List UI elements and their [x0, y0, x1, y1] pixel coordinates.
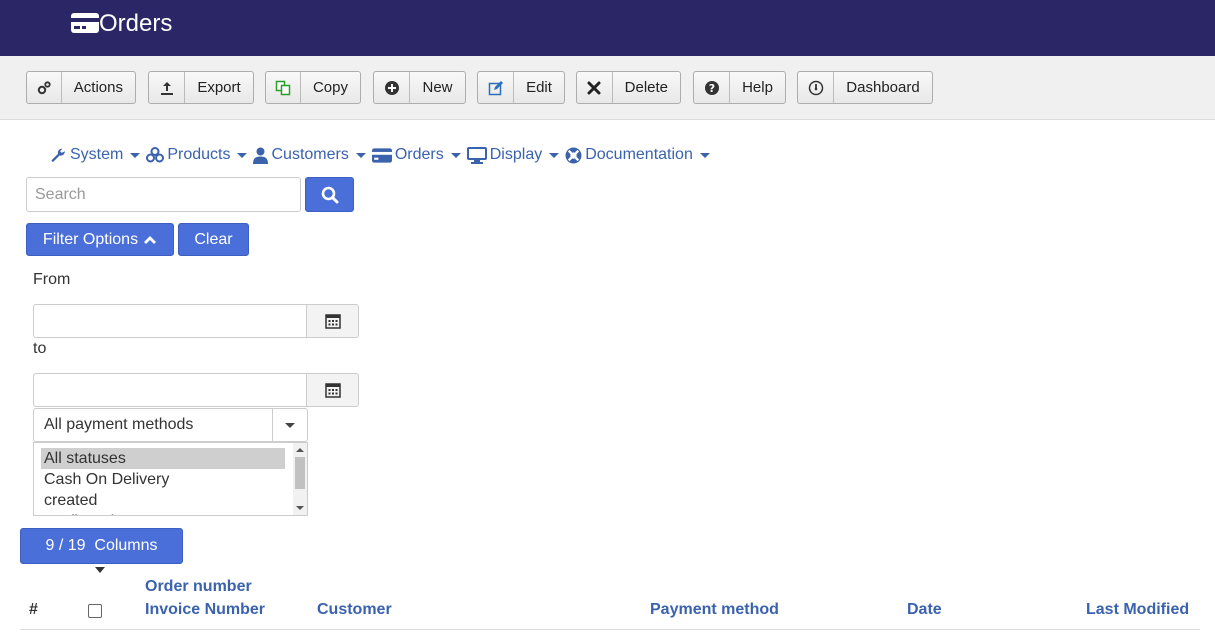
caret-down-icon: [95, 567, 105, 573]
upload-icon: [149, 72, 185, 103]
toolbar: Actions Export Copy New Edit Delete ? He…: [0, 56, 1215, 120]
chevron-down-icon: [272, 409, 307, 441]
to-date-input[interactable]: [33, 373, 307, 407]
from-label: From: [33, 271, 71, 288]
delete-button[interactable]: Delete: [576, 71, 681, 104]
plus-circle-icon: [374, 72, 410, 103]
column-header-order-number[interactable]: Order number: [145, 578, 252, 596]
edit-icon: [478, 72, 514, 103]
export-button[interactable]: Export: [148, 71, 254, 104]
to-label: to: [33, 340, 47, 357]
column-header-last-modified[interactable]: Last Modified: [1086, 601, 1189, 619]
help-label: Help: [742, 79, 773, 96]
calendar-icon: [324, 383, 341, 398]
status-option[interactable]: confirmed: [41, 511, 285, 515]
nav-item-customers-label: Customers: [271, 146, 349, 163]
copy-button[interactable]: Copy: [265, 71, 361, 104]
nav-item-system-label: System: [70, 146, 124, 163]
credit-card-icon: [371, 147, 392, 163]
nav-item-documentation[interactable]: Documentation: [565, 146, 710, 164]
cubes-icon: [146, 147, 165, 163]
select-all-checkbox[interactable]: [88, 604, 102, 618]
listbox-scrollbar[interactable]: [293, 443, 307, 515]
from-calendar-button[interactable]: [306, 304, 359, 338]
to-calendar-button[interactable]: [306, 373, 359, 407]
search-icon: [321, 186, 338, 203]
column-header-payment-method[interactable]: Payment method: [650, 601, 779, 619]
from-date-input[interactable]: [33, 304, 307, 338]
clear-button[interactable]: Clear: [178, 223, 249, 256]
new-label: New: [422, 79, 453, 96]
status-option[interactable]: created: [41, 490, 285, 511]
status-option[interactable]: All statuses: [41, 448, 285, 469]
question-circle-icon: ?: [694, 72, 730, 103]
column-header-customer[interactable]: Customer: [317, 601, 392, 619]
svg-text:?: ?: [708, 82, 714, 95]
scrollbar-thumb[interactable]: [295, 457, 305, 489]
title-bar: Orders: [0, 0, 1215, 56]
credit-card-icon: [71, 13, 99, 33]
dashboard-label: Dashboard: [846, 79, 920, 96]
nav-item-documentation-label: Documentation: [585, 146, 693, 163]
monitor-icon: [466, 146, 487, 164]
columns-button[interactable]: 9 / 19 Columns: [20, 528, 183, 564]
nav-item-orders-label: Orders: [394, 146, 444, 163]
filter-options-button[interactable]: Filter Options: [26, 223, 174, 256]
nav-item-products-label: Products: [167, 146, 231, 163]
life-ring-icon: [565, 147, 582, 163]
chevron-down-icon: [237, 152, 248, 158]
copy-icon: [266, 72, 301, 103]
edit-label: Edit: [526, 79, 552, 96]
chevron-up-icon: [144, 235, 157, 244]
chevron-down-icon: [699, 152, 710, 158]
filter-options-label: Filter Options: [42, 230, 139, 248]
status-listbox[interactable]: All statuses Cash On Delivery created co…: [33, 442, 308, 516]
dashboard-button[interactable]: Dashboard: [797, 71, 933, 104]
dashboard-icon: [798, 72, 834, 103]
column-header-date[interactable]: Date: [907, 601, 942, 619]
help-button[interactable]: ? Help: [693, 71, 786, 104]
new-button[interactable]: New: [373, 71, 466, 104]
column-header-hash: #: [29, 601, 38, 618]
nav-menu: System Products Customers Orders Display…: [50, 143, 716, 167]
edit-button[interactable]: Edit: [477, 71, 565, 104]
user-icon: [253, 147, 269, 164]
status-option[interactable]: Cash On Delivery: [41, 469, 285, 490]
payment-method-value: All payment methods: [44, 416, 194, 433]
page-title: Orders: [99, 10, 173, 37]
chevron-down-icon: [549, 152, 560, 158]
columns-label: 9 / 19 Columns: [45, 537, 158, 554]
wrench-icon: [51, 148, 65, 162]
nav-item-display-label: Display: [489, 146, 543, 163]
scroll-down-icon: [296, 506, 304, 510]
close-icon: [577, 72, 613, 103]
payment-method-select[interactable]: All payment methods: [33, 408, 308, 442]
nav-item-customers[interactable]: Customers: [253, 146, 366, 164]
nav-item-display[interactable]: Display: [466, 146, 560, 164]
chevron-down-icon: [130, 152, 141, 158]
nav-item-products[interactable]: Products: [146, 146, 248, 164]
table-divider: [20, 629, 1200, 630]
actions-label: Actions: [73, 79, 123, 96]
search-input[interactable]: [26, 177, 301, 212]
chevron-down-icon: [450, 152, 461, 158]
copy-label: Copy: [312, 79, 348, 96]
scroll-up-icon: [296, 448, 304, 452]
column-header-invoice-number[interactable]: Invoice Number: [145, 601, 265, 619]
calendar-icon: [324, 314, 341, 329]
export-label: Export: [197, 79, 241, 96]
nav-item-system[interactable]: System: [50, 146, 141, 164]
nav-item-orders[interactable]: Orders: [371, 146, 461, 164]
gears-icon: [27, 72, 62, 103]
actions-button[interactable]: Actions: [26, 71, 136, 104]
search-button[interactable]: [305, 177, 354, 212]
chevron-down-icon: [355, 152, 366, 158]
clear-label: Clear: [194, 230, 233, 248]
delete-label: Delete: [624, 79, 668, 96]
